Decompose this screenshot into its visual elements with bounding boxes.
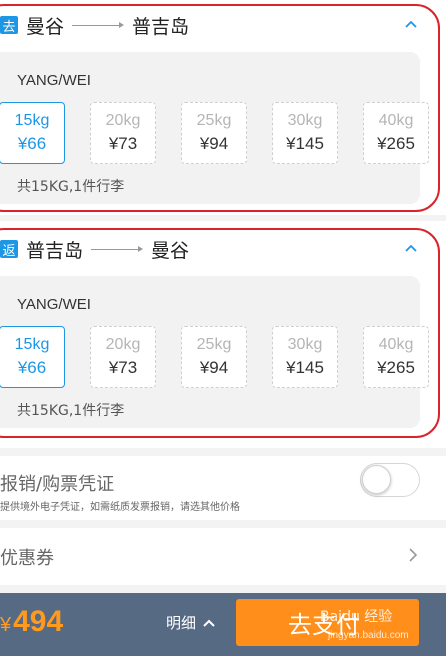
- chevron-up-icon[interactable]: [404, 18, 418, 32]
- baggage-option-25kg[interactable]: 25kg ¥94: [181, 102, 247, 164]
- option-price: ¥66: [17, 358, 47, 377]
- option-price: ¥265: [377, 134, 415, 153]
- arrow-right-icon: [72, 18, 125, 32]
- return-from-city: 普吉岛: [26, 239, 84, 262]
- option-weight: 25kg: [196, 336, 232, 353]
- detail-toggle[interactable]: 明细: [166, 612, 216, 633]
- total-price: ¥ 494: [0, 605, 63, 639]
- baggage-option-30kg[interactable]: 30kg ¥145: [272, 102, 338, 164]
- outbound-baggage-panel: YANG/WEI 15kg ¥66 20kg ¥73 25kg ¥94 30kg…: [0, 52, 429, 204]
- outbound-passenger-name: YANG/WEI: [17, 72, 91, 89]
- return-badge: 返: [0, 240, 18, 259]
- detail-label: 明细: [166, 614, 197, 632]
- option-weight: 40kg: [378, 336, 414, 353]
- option-weight: 15kg: [14, 336, 50, 353]
- baggage-option-20kg[interactable]: 20kg ¥73: [90, 326, 156, 388]
- toggle-knob: [362, 465, 391, 494]
- option-weight: 20kg: [105, 112, 141, 129]
- return-passenger-name: YANG/WEI: [17, 296, 91, 313]
- outbound-to-city: 普吉岛: [132, 15, 190, 38]
- divider: [0, 215, 446, 221]
- baggage-option-40kg[interactable]: 40kg ¥265: [363, 326, 429, 388]
- chevron-up-icon[interactable]: [404, 242, 418, 256]
- baggage-option-20kg[interactable]: 20kg ¥73: [90, 102, 156, 164]
- currency-symbol: ¥: [0, 614, 12, 636]
- chevron-up-icon: [203, 619, 215, 627]
- option-weight: 30kg: [287, 336, 323, 353]
- invoice-toggle[interactable]: [360, 463, 420, 497]
- arrow-right-icon: [91, 242, 144, 256]
- invoice-subtitle: 提供境外电子凭证，如需纸质发票报销，请选其他价格: [0, 502, 240, 513]
- return-baggage-panel: YANG/WEI 15kg ¥66 20kg ¥73 25kg ¥94 30kg…: [0, 276, 429, 428]
- invoice-title: 报销/购票凭证: [0, 474, 115, 495]
- total-amount: 494: [13, 605, 64, 638]
- option-price: ¥145: [286, 358, 324, 377]
- baggage-option-15kg[interactable]: 15kg ¥66: [0, 102, 65, 164]
- option-price: ¥66: [17, 134, 47, 153]
- chevron-right-icon: [409, 548, 418, 562]
- baggage-option-30kg[interactable]: 30kg ¥145: [272, 326, 338, 388]
- option-price: ¥73: [108, 358, 138, 377]
- return-baggage-note: 共15KG,1件行李: [17, 403, 125, 419]
- outbound-route-header[interactable]: 去 曼谷 普吉岛: [0, 10, 189, 40]
- watermark-url: jingyan.baidu.com: [328, 630, 409, 641]
- baggage-option-15kg[interactable]: 15kg ¥66: [0, 326, 65, 388]
- option-weight: 25kg: [196, 112, 232, 129]
- baggage-option-25kg[interactable]: 25kg ¥94: [181, 326, 247, 388]
- option-weight: 15kg: [14, 112, 50, 129]
- option-price: ¥94: [199, 134, 229, 153]
- option-weight: 20kg: [105, 336, 141, 353]
- option-price: ¥265: [377, 358, 415, 377]
- coupon-label: 优惠券: [0, 548, 54, 569]
- outbound-baggage-note: 共15KG,1件行李: [17, 179, 125, 195]
- outbound-badge: 去: [0, 16, 18, 35]
- outbound-baggage-options: 15kg ¥66 20kg ¥73 25kg ¥94 30kg ¥145 40k…: [0, 102, 429, 164]
- outbound-from-city: 曼谷: [26, 15, 65, 38]
- return-to-city: 曼谷: [151, 239, 190, 262]
- divider: [0, 520, 446, 528]
- option-price: ¥94: [199, 358, 229, 377]
- baggage-option-40kg[interactable]: 40kg ¥265: [363, 102, 429, 164]
- option-price: ¥145: [286, 134, 324, 153]
- option-price: ¥73: [108, 134, 138, 153]
- option-weight: 30kg: [287, 112, 323, 129]
- return-baggage-options: 15kg ¥66 20kg ¥73 25kg ¥94 30kg ¥145 40k…: [0, 326, 429, 388]
- divider: [0, 585, 446, 593]
- return-route-header[interactable]: 返 普吉岛 曼谷: [0, 234, 189, 264]
- divider: [0, 448, 446, 456]
- option-weight: 40kg: [378, 112, 414, 129]
- watermark: Baidu 经验: [320, 609, 393, 625]
